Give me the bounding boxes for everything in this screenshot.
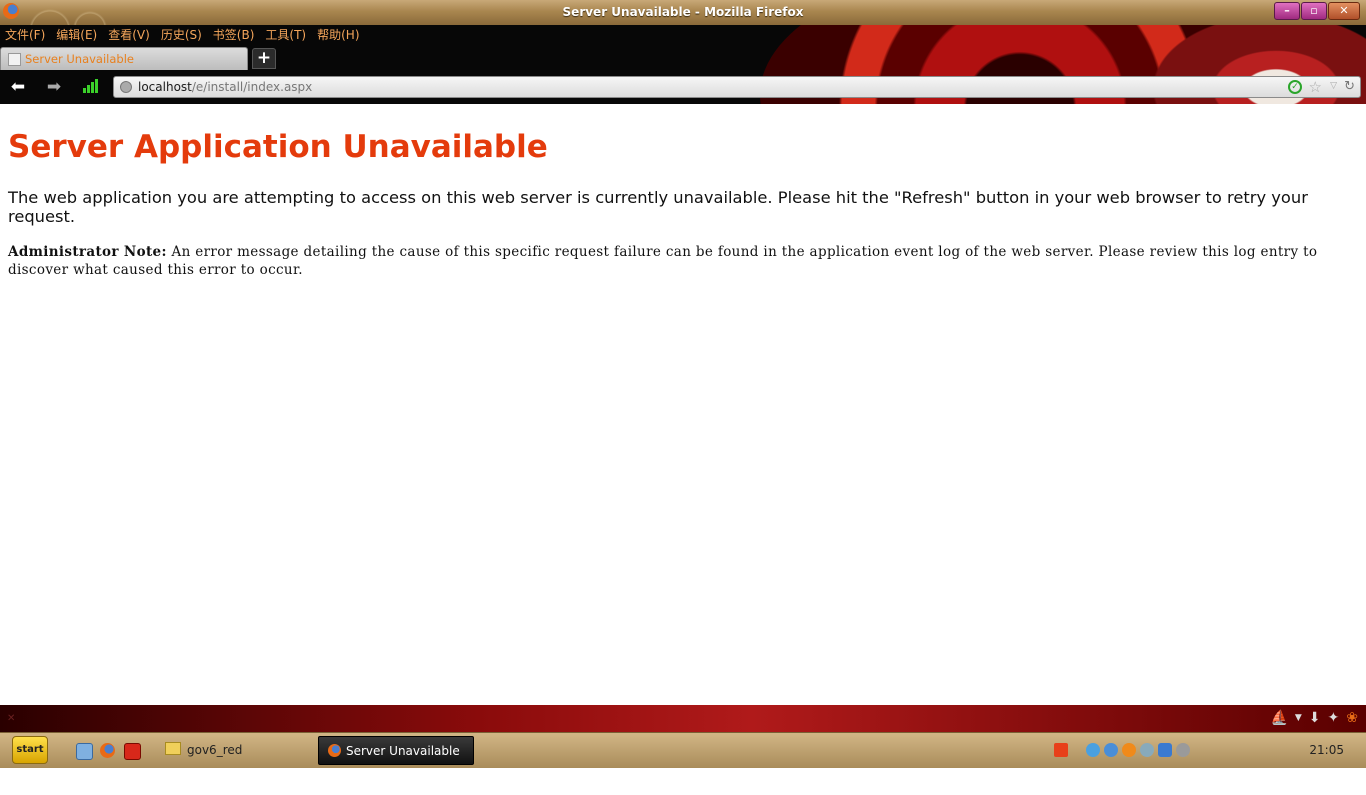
addon-icon[interactable]: ⛵ [1270,710,1287,726]
browser-chrome: 文件(F) 编辑(E) 查看(V) 历史(S) 书签(B) 工具(T) 帮助(H… [0,25,1366,104]
task-firefox[interactable]: Server Unavailable -... [318,736,474,787]
sogou-ime-icon[interactable] [1054,743,1068,757]
download-icon[interactable]: ⬇ [1309,710,1321,726]
forward-button[interactable]: ➡ [44,78,64,96]
menu-bar: 文件(F) 编辑(E) 查看(V) 历史(S) 书签(B) 工具(T) 帮助(H… [0,25,360,45]
menu-edit[interactable]: 编辑(E) [56,25,97,45]
bookmark-star-icon[interactable]: ☆ [1309,78,1322,96]
menu-help[interactable]: 帮助(H) [317,25,359,45]
addon-bar: ✕ ⛵ ▼ ⬇ ✦ ❀ [0,705,1366,732]
url-dropdown-icon[interactable]: ▽ [1330,81,1337,91]
tab-bar: Server Unavailable + [0,45,1366,70]
restore-button[interactable]: ▫ [1301,2,1327,20]
tray-k-icon[interactable] [1086,743,1100,757]
page-content: Server Application Unavailable The web a… [0,104,1366,705]
menu-history[interactable]: 历史(S) [161,25,202,45]
security-shield-icon[interactable] [1158,743,1172,757]
menu-file[interactable]: 文件(F) [5,25,45,45]
start-button[interactable]: start [12,736,48,764]
tray-info-icon[interactable] [1104,743,1118,757]
taskbar: start gov6_red Server Unavailable -... 2… [0,732,1366,787]
fox-icon[interactable]: ❀ [1346,710,1358,726]
page-heading: Server Application Unavailable [8,129,548,165]
ie-icon[interactable] [76,743,93,760]
reload-icon[interactable]: ↻ [1344,79,1355,94]
window-title-bar[interactable]: Server Unavailable - Mozilla Firefox – ▫… [0,0,1366,25]
navigation-toolbar: ⬅ ➡ localhost/e/install/index.aspx ✓ ☆ ▽… [0,70,1366,104]
minimize-button[interactable]: – [1274,2,1300,20]
page-favicon-icon [8,53,21,66]
dropdown-arrow-icon[interactable]: ▼ [1295,710,1302,726]
security-check-icon[interactable]: ✓ [1288,80,1302,94]
tray-app-icon[interactable] [1122,743,1136,757]
plugin-icon[interactable]: ✦ [1328,710,1340,726]
note-label: Administrator Note: [8,244,167,260]
close-addon-bar-icon[interactable]: ✕ [7,713,15,724]
firefox-task-icon [328,744,341,757]
app-launch-icon[interactable] [124,743,141,760]
tab-server-unavailable[interactable]: Server Unavailable [0,47,248,70]
site-identity-icon[interactable] [120,81,132,93]
menu-view[interactable]: 查看(V) [108,25,150,45]
signal-bars-icon[interactable] [83,79,99,93]
window-title: Server Unavailable - Mozilla Firefox [562,5,804,19]
back-button[interactable]: ⬅ [8,78,28,96]
error-description: The web application you are attempting t… [8,188,1308,226]
note-text: An error message detailing the cause of … [8,244,1318,278]
folder-icon [165,742,181,755]
firefox-launch-icon[interactable] [100,743,115,758]
arrow-right-icon: ➡ [46,77,62,97]
new-tab-button[interactable]: + [252,48,276,69]
tab-title: Server Unavailable [25,52,134,66]
close-button[interactable]: ✕ [1328,2,1360,20]
arrow-left-icon: ⬅ [10,77,26,97]
menu-bookmarks[interactable]: 书签(B) [213,25,255,45]
task-gov6-red[interactable]: gov6_red [165,736,305,765]
clock[interactable]: 21:05 [1309,743,1344,757]
volume-icon[interactable] [1176,743,1190,757]
url-text[interactable]: localhost/e/install/index.aspx [138,80,312,94]
administrator-note: Administrator Note: An error message det… [8,243,1353,279]
network-icon[interactable] [1140,743,1154,757]
system-tray: 21:05 [1054,733,1366,769]
menu-tools[interactable]: 工具(T) [265,25,306,45]
url-bar[interactable]: localhost/e/install/index.aspx ✓ ☆ ▽ ↻ [113,76,1361,98]
